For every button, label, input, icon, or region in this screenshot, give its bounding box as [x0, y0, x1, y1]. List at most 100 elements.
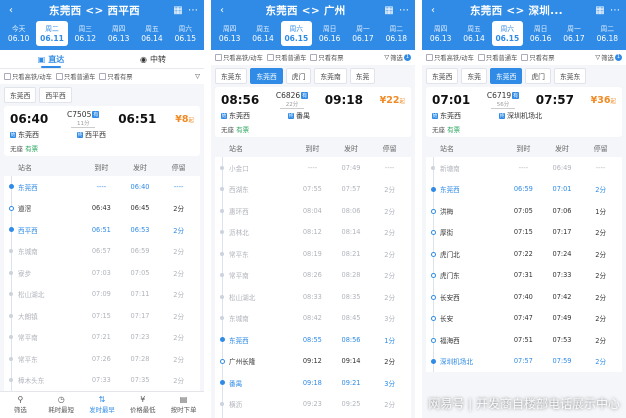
station-chip[interactable]: 东莞东 [553, 68, 587, 84]
train-card[interactable]: 07:01 C6719 有 56分 07:57 ¥36起始东莞西 终深圳机场北 无座 有票 [426, 87, 622, 137]
date-item[interactable]: 周五 06.14 [136, 21, 167, 46]
filter-checkbox[interactable]: 只看普通车 [55, 72, 95, 81]
date-item[interactable]: 周五 06.14 [458, 21, 489, 46]
date-item[interactable]: 周四 06.13 [103, 21, 134, 46]
date-item[interactable]: 周日 06.16 [314, 21, 345, 46]
station-chip[interactable]: 东莞西 [4, 87, 37, 103]
filter-button[interactable]: ▽ 筛选 1 [384, 53, 411, 62]
filter-checkbox[interactable]: 只看有票 [310, 53, 344, 62]
station-chip[interactable]: 虎门 [525, 68, 551, 84]
stop-row[interactable]: 东城南 06:57 06:59 2分 [4, 241, 200, 263]
back-chevron-icon[interactable]: ‹ [5, 5, 17, 16]
stop-row[interactable]: 道滘 06:43 06:45 2分 [4, 198, 200, 220]
stop-row[interactable]: 沥林北 08:12 08:14 2分 [215, 222, 411, 244]
back-chevron-icon[interactable]: ‹ [427, 5, 439, 16]
filter-checkbox[interactable]: 只看普通车 [477, 53, 517, 62]
stop-name: 洪梅 [428, 206, 504, 216]
price-suffix: 起 [188, 117, 194, 124]
stop-row[interactable]: 洪梅 07:05 07:06 1分 [426, 200, 622, 222]
stop-row[interactable]: 东莞西 06:59 07:01 2分 [426, 179, 622, 201]
stop-departure: 06:49 [552, 163, 572, 172]
train-card[interactable]: 08:56 C6826 有 22分 09:18 ¥22起始东莞西 终番禺 无座 有票 [215, 87, 411, 137]
filter-checkbox[interactable]: 只看普通车 [266, 53, 306, 62]
stop-row[interactable]: 西湖东 07:55 07:57 2分 [215, 179, 411, 201]
more-icon[interactable]: ⋯ [609, 5, 621, 16]
filter-checkbox[interactable]: 只看高铁/动车 [4, 72, 52, 81]
date-weekday: 周五 [256, 24, 270, 33]
stop-row[interactable]: 常平东 08:19 08:21 2分 [215, 243, 411, 265]
station-chip[interactable]: 虎门 [285, 68, 312, 84]
station-chip[interactable]: 东莞 [349, 68, 376, 84]
seat-type: 无座 [221, 126, 237, 134]
date-item[interactable]: 周三 06.12 [70, 21, 101, 46]
stop-row[interactable]: 松山湖北 07:09 07:11 2分 [4, 284, 200, 306]
stop-row[interactable]: 常平东 07:26 07:28 2分 [4, 348, 200, 370]
stop-row[interactable]: 虎门东 07:31 07:33 2分 [426, 265, 622, 287]
nav-耗时最短[interactable]: ◷ 耗时最短 [41, 392, 82, 418]
tab-中转[interactable]: ◉ 中转 [102, 50, 204, 68]
stop-row[interactable]: 大朗镇 07:15 07:17 2分 [4, 305, 200, 327]
back-chevron-icon[interactable]: ‹ [216, 5, 228, 16]
calendar-icon[interactable]: ▦ [383, 5, 395, 16]
filter-checkbox[interactable]: 只看高铁/动车 [215, 53, 263, 62]
date-item[interactable]: 周四 06.13 [425, 21, 456, 46]
calendar-icon[interactable]: ▦ [172, 5, 184, 16]
nav-价格最低[interactable]: ¥ 价格最低 [122, 392, 163, 418]
nav-按时下单[interactable]: ▤ 按时下单 [163, 392, 204, 418]
stop-row[interactable]: 东莞西 08:55 08:56 1分 [215, 329, 411, 351]
stop-row[interactable]: 东城南 08:42 08:45 3分 [215, 308, 411, 330]
nav-发时最早[interactable]: ⇅ 发时最早 [82, 392, 123, 418]
calendar-icon[interactable]: ▦ [594, 5, 606, 16]
stop-row[interactable]: 惠环西 08:04 08:06 2分 [215, 200, 411, 222]
station-chip[interactable]: 东莞东 [215, 68, 248, 84]
date-item[interactable]: 周六 06.15 [491, 21, 523, 46]
stop-row[interactable]: 常平南 08:26 08:28 2分 [215, 265, 411, 287]
date-item[interactable]: 周五 06.14 [247, 21, 278, 46]
filter-button[interactable]: ▽ [195, 73, 200, 80]
filter-checkbox[interactable]: 只看有票 [99, 72, 133, 81]
station-chip[interactable]: 东莞南 [314, 68, 347, 84]
stop-row[interactable]: 厚街 07:15 07:17 2分 [426, 222, 622, 244]
stop-row[interactable]: 长安西 07:40 07:42 2分 [426, 286, 622, 308]
stop-row[interactable]: 深圳机场北 07:57 07:59 2分 [426, 351, 622, 373]
stop-row[interactable]: 西平西 06:51 06:53 2分 [4, 219, 200, 241]
stop-row[interactable]: 福海西 07:51 07:53 2分 [426, 329, 622, 351]
stop-row[interactable]: 新塘南 ---- 06:49 ---- [426, 157, 622, 179]
train-card[interactable]: 06:40 C7505 有 11分 06:51 ¥8起始东莞西 终西平西 无座 有票 [4, 106, 200, 156]
date-weekday: 周二 [45, 24, 59, 33]
stop-row[interactable]: 东莞西 ---- 06:40 ---- [4, 176, 200, 198]
filter-button[interactable]: ▽ 筛选 1 [595, 53, 622, 62]
date-item[interactable]: 周六 06.15 [170, 21, 201, 46]
tab-直达[interactable]: ▣ 直达 [0, 50, 102, 68]
date-item[interactable]: 周四 06.13 [214, 21, 245, 46]
more-icon[interactable]: ⋯ [398, 5, 410, 16]
date-item[interactable]: 周一 06.17 [347, 21, 378, 46]
date-item[interactable]: 周二 06.11 [36, 21, 68, 46]
station-chip[interactable]: 东莞西 [489, 68, 523, 84]
stop-row[interactable]: 虎门北 07:22 07:24 2分 [426, 243, 622, 265]
date-item[interactable]: 周六 06.15 [280, 21, 312, 46]
nav-筛选[interactable]: ⚲ 筛选 [0, 392, 41, 418]
stop-row[interactable]: 常平南 07:21 07:23 2分 [4, 327, 200, 349]
stop-row[interactable]: 寮步 07:03 07:05 2分 [4, 262, 200, 284]
filter-checkbox[interactable]: 只看有票 [521, 53, 555, 62]
stop-row[interactable]: 松山湖北 08:33 08:35 2分 [215, 286, 411, 308]
station-chip[interactable]: 东莞西 [250, 68, 283, 84]
station-chip[interactable]: 东莞西 [426, 68, 459, 84]
station-chip[interactable]: 西平西 [39, 87, 72, 103]
stop-row[interactable]: 小金口 ---- 07:49 ---- [215, 157, 411, 179]
date-item[interactable]: 今天 06.10 [3, 21, 34, 46]
stop-row[interactable]: 长安 07:47 07:49 2分 [426, 308, 622, 330]
stop-departure: 07:49 [341, 163, 361, 172]
filter-checkbox[interactable]: 只看高铁/动车 [426, 53, 474, 62]
stop-row[interactable]: 广州长隆 09:12 09:14 2分 [215, 351, 411, 373]
date-item[interactable]: 周二 06.18 [592, 21, 623, 46]
more-icon[interactable]: ⋯ [187, 5, 199, 16]
stop-row[interactable]: 樟木头东 07:33 07:35 2分 [4, 370, 200, 392]
date-item[interactable]: 周一 06.17 [558, 21, 589, 46]
station-chip[interactable]: 东莞 [461, 68, 487, 84]
stop-row[interactable]: 横沥 09:23 09:25 2分 [215, 394, 411, 416]
date-item[interactable]: 周日 06.16 [525, 21, 556, 46]
stop-row[interactable]: 番禺 09:18 09:21 3分 [215, 372, 411, 394]
date-item[interactable]: 周二 06.18 [381, 21, 412, 46]
